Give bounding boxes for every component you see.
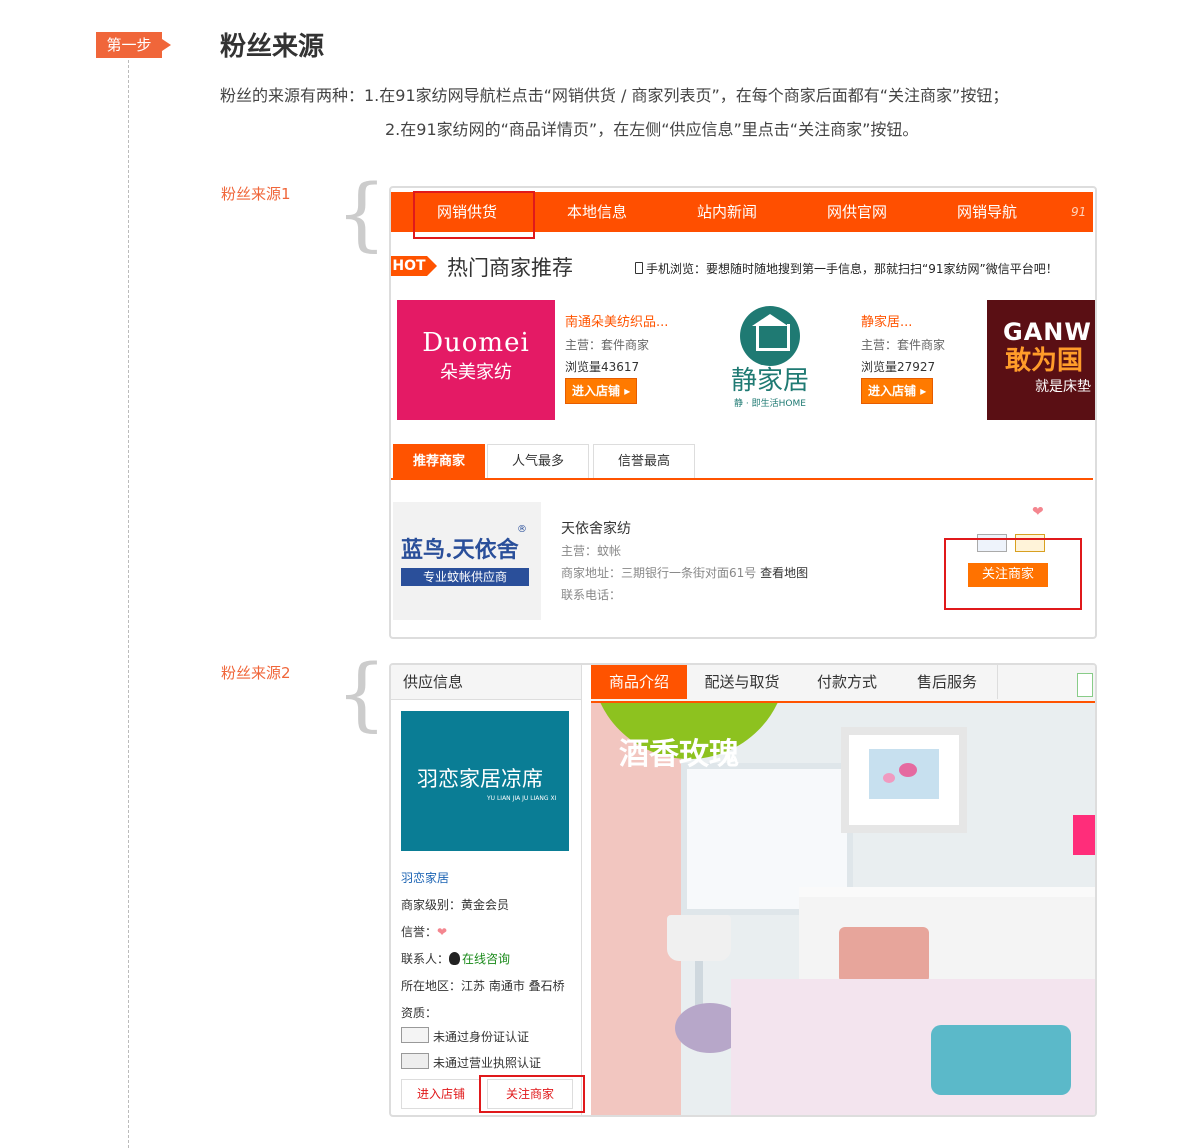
merchant-name-link[interactable]: 南通朵美纺织品...	[565, 312, 668, 334]
nav-item-guide[interactable]: 网销导航	[957, 192, 1017, 232]
source-1-label: 粉丝来源1	[221, 185, 291, 203]
house-logo-icon	[740, 306, 800, 366]
mobile-tip: 手机浏览：要想随时随地搜到第一手信息，那就扫扫“91家纺网”微信平台吧！	[635, 260, 1058, 277]
brace-icon: {	[336, 167, 387, 260]
tab-recommended[interactable]: 推荐商家	[393, 444, 485, 480]
logo-text-cn: 羽恋家居凉席	[417, 767, 543, 791]
logo-text-en: YU LIAN JIA JU LIANG XI	[487, 795, 557, 802]
contact-row: 联系人： 在线咨询	[401, 952, 511, 966]
supply-info-sidebar: 供应信息 羽恋家居凉席 YU LIAN JIA JU LIANG XI 羽恋家居…	[391, 665, 585, 1115]
listing-info: 天依舍家纺 主营：蚊帐 商家地址：三期银行一条街对面61号 查看地图 联系电话：	[561, 518, 808, 606]
heart-icon: ❤	[1032, 504, 1044, 520]
section-title: 粉丝来源	[220, 32, 325, 62]
merchant-logo-jingjiaju[interactable]: 静家居 静 · 即生活HOME	[691, 300, 849, 420]
tab-popular[interactable]: 人气最多	[487, 444, 589, 480]
map-link[interactable]: 查看地图	[760, 566, 808, 580]
hot-title: 热门商家推荐	[447, 256, 573, 280]
region-row: 所在地区：江苏 南通市 叠石桥	[401, 979, 565, 993]
mobile-tip-text: 手机浏览：要想随时随地搜到第一手信息，那就扫扫“91家纺网”微信平台吧！	[646, 262, 1058, 276]
logo-sub-text: 静 · 即生活HOME	[734, 399, 806, 409]
timeline-dashed-line	[128, 60, 129, 1148]
qq-icon	[449, 952, 461, 965]
enter-shop-button[interactable]: 进入店铺 ▸	[565, 378, 638, 404]
license-cert-row: 未通过营业执照认证	[401, 1053, 541, 1071]
product-title: 酒香玫瑰	[619, 737, 739, 772]
pillow-blue	[931, 1025, 1071, 1095]
hot-badge: HOT	[391, 256, 437, 276]
merchant-name-link[interactable]: 静家居...	[861, 312, 945, 334]
tab-payment[interactable]: 付款方式	[797, 665, 898, 699]
shop-logo[interactable]: 羽恋家居凉席 YU LIAN JIA JU LIANG XI	[401, 711, 569, 851]
listing-address: 商家地址：三期银行一条街对面61号 查看地图	[561, 566, 809, 580]
listing-logo[interactable]: ® 蓝鸟.天依舍 专业蚊帐供应商	[393, 502, 541, 620]
merchant-main: 主营：套件商家	[861, 338, 946, 352]
product-image: 酒香玫瑰	[591, 703, 1095, 1115]
wall-frame	[841, 727, 967, 833]
logo-text-en: GANW	[1003, 318, 1092, 346]
registered-mark: ®	[517, 524, 527, 535]
shop-name-link[interactable]: 羽恋家居	[401, 869, 449, 886]
step-badge: 第一步	[96, 32, 171, 58]
pink-decor	[1073, 815, 1095, 855]
listing-main: 主营：蚊帐	[561, 544, 622, 558]
tab-after-sale[interactable]: 售后服务	[897, 665, 998, 699]
nav-trail-text: 91	[1071, 205, 1087, 219]
logo-text-cn: 静家居	[730, 366, 809, 396]
tab-product-intro[interactable]: 商品介绍	[591, 665, 688, 699]
license-icon	[401, 1053, 429, 1069]
nav-item-news[interactable]: 站内新闻	[697, 192, 757, 232]
brace-icon: {	[336, 647, 387, 740]
highlight-box-nav	[413, 191, 535, 239]
logo-text-cn: 敢为国	[1005, 346, 1084, 376]
product-tab-bar: 商品介绍 配送与取货 付款方式 售后服务	[591, 665, 1095, 703]
pillow-pink	[839, 927, 929, 983]
phone-icon	[635, 262, 643, 274]
source-2-screenshot: 供应信息 羽恋家居凉席 YU LIAN JIA JU LIANG XI 羽恋家居…	[389, 663, 1097, 1117]
highlight-box-follow	[944, 538, 1082, 610]
tab-delivery[interactable]: 配送与取货	[687, 665, 798, 699]
merchant-info-2: 静家居... 主营：套件商家 浏览量27927 进入店铺 ▸	[861, 312, 945, 404]
highlight-box-follow	[479, 1075, 585, 1113]
merchant-info-1: 南通朵美纺织品... 主营：套件商家 浏览量43617 进入店铺 ▸	[565, 312, 668, 404]
merchant-logo-ganwei[interactable]: GANW 敢为国 就是床垫	[987, 300, 1095, 420]
id-card-icon	[401, 1027, 429, 1043]
logo-text-en: Duomei	[422, 328, 530, 358]
sidebar-title: 供应信息	[403, 673, 464, 691]
listing-name[interactable]: 天依舍家纺	[561, 518, 808, 540]
tab-underline	[391, 478, 1093, 480]
enter-shop-button[interactable]: 进入店铺	[401, 1079, 481, 1109]
merchant-logo-duomei[interactable]: Duomei 朵美家纺	[397, 300, 555, 420]
listing-phone: 联系电话：	[561, 588, 622, 602]
source-2-label: 粉丝来源2	[221, 664, 291, 682]
id-cert-row: 未通过身份证认证	[401, 1027, 529, 1045]
logo-text-cn: 蓝鸟.天依舍	[401, 537, 519, 563]
merchant-main: 主营：套件商家	[565, 338, 650, 352]
source-1-screenshot: 网销供货 本地信息 站内新闻 网供官网 网销导航 91 HOT 热门商家推荐 手…	[389, 186, 1097, 639]
enter-shop-button[interactable]: 进入店铺 ▸	[861, 378, 934, 404]
tab-credit[interactable]: 信誉最高	[593, 444, 695, 480]
nav-item-local[interactable]: 本地信息	[567, 192, 627, 232]
logo-sub-text: 就是床垫	[1035, 379, 1091, 395]
logo-text-cn: 朵美家纺	[440, 362, 512, 383]
description-line-1: 粉丝的来源有两种：1.在91家纺网导航栏点击“网销供货 / 商家列表页”，在每个…	[220, 86, 1009, 105]
lamp-shade	[667, 915, 731, 961]
nav-item-official[interactable]: 网供官网	[827, 192, 887, 232]
logo-tag: 专业蚊帐供应商	[401, 568, 529, 586]
heart-icon: ❤	[437, 925, 448, 939]
merchant-views: 浏览量43617	[565, 360, 640, 374]
credit-row: 信誉：❤	[401, 925, 448, 939]
online-consult-link[interactable]: 在线咨询	[462, 952, 510, 966]
side-tab-edge	[1077, 673, 1093, 697]
description-line-2: 2.在91家纺网的“商品详情页”，在左侧“供应信息”里点击“关注商家”按钮。	[385, 120, 919, 139]
qualification-label: 资质：	[401, 1006, 438, 1020]
merchant-views: 浏览量27927	[861, 360, 936, 374]
merchant-level: 商家级别：黄金会员	[401, 898, 510, 912]
